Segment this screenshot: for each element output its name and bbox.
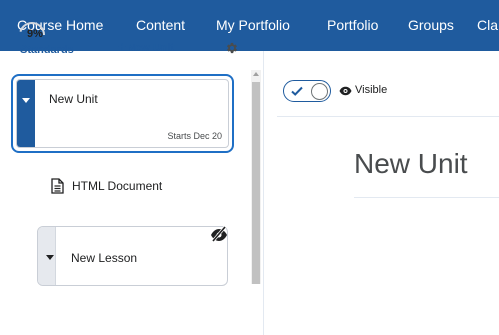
standards-label: Standards — [20, 44, 74, 56]
document-icon — [51, 178, 64, 194]
outline-scrollbar[interactable] — [251, 70, 261, 284]
new-unit-button-label: New Unit — [127, 42, 175, 54]
unit-start-date: Starts Dec 20 — [167, 131, 222, 141]
title-underline — [354, 197, 499, 198]
lesson-caret-icon[interactable] — [46, 255, 54, 260]
top-navigation-bar: Course Home Content My Portfolio Portfol… — [0, 0, 499, 51]
toolbar-divider — [277, 116, 499, 117]
unit-card-stripe — [17, 80, 35, 147]
visibility-toggle[interactable] — [283, 80, 331, 102]
html-document-label: HTML Document — [72, 179, 163, 193]
unit-title: New Unit — [49, 92, 98, 106]
unit-card-new-unit[interactable]: New Unit Starts Dec 20 — [11, 74, 234, 153]
nav-item-groups[interactable]: Groups — [408, 0, 454, 51]
toggle-knob — [311, 83, 328, 100]
checkmark-icon — [291, 86, 303, 96]
unit-card-body: New Unit Starts Dec 20 — [16, 79, 229, 148]
collapse-caret-icon[interactable] — [22, 98, 30, 103]
lesson-card-new-lesson[interactable]: New Lesson — [37, 226, 228, 286]
nav-item-portfolio[interactable]: Portfolio — [327, 0, 378, 51]
nav-item-classlist[interactable]: Cla — [477, 0, 498, 51]
standards-progress[interactable]: 9% Standards — [17, 16, 74, 56]
visibility-label: Visible — [355, 84, 388, 96]
scrollbar-thumb[interactable] — [252, 82, 260, 284]
standards-percent: 9% — [27, 28, 43, 40]
plus-icon: + — [118, 38, 127, 54]
gear-icon[interactable] — [225, 41, 239, 55]
lesson-title: New Lesson — [71, 251, 138, 265]
eye-slash-icon[interactable] — [210, 226, 228, 242]
new-unit-button[interactable]: +New Unit — [118, 38, 174, 54]
eye-icon — [339, 86, 352, 96]
scroll-up-arrow-icon[interactable] — [253, 72, 259, 76]
page-title[interactable]: New Unit — [354, 148, 468, 180]
